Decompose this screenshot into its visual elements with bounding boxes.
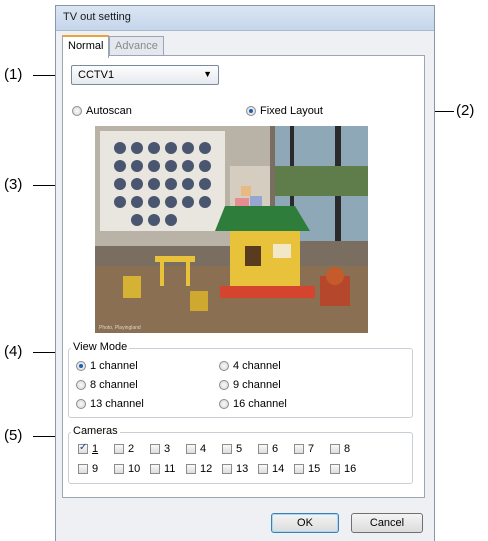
camera-11-label[interactable]: 11	[164, 463, 175, 475]
view-mode-label-13-channel[interactable]: 13 channel	[90, 398, 144, 410]
camera-13-label[interactable]: 13	[236, 463, 248, 475]
camera-7-checkbox[interactable]	[294, 444, 304, 454]
camera-5-checkbox[interactable]	[222, 444, 232, 454]
window-title: TV out setting	[63, 11, 131, 23]
title-bar: TV out setting	[56, 6, 434, 31]
callout-5: (5)	[4, 427, 23, 444]
view-mode-radio-1-channel[interactable]	[76, 361, 86, 371]
view-mode-radio-13-channel[interactable]	[76, 399, 86, 409]
view-mode-label-9-channel[interactable]: 9 channel	[233, 379, 281, 391]
camera-12-label[interactable]: 12	[200, 463, 212, 475]
chevron-down-icon: ▼	[203, 69, 212, 79]
cameras-title: Cameras	[71, 425, 120, 437]
camera-1-label[interactable]: 1	[92, 443, 98, 455]
camera-10-label[interactable]: 10	[128, 463, 140, 475]
ok-button[interactable]: OK	[271, 513, 339, 533]
camera-14-label[interactable]: 14	[272, 463, 284, 475]
camera-1-checkbox[interactable]	[78, 442, 88, 454]
fixed-layout-label[interactable]: Fixed Layout	[260, 105, 323, 117]
camera-5-label[interactable]: 5	[236, 443, 242, 455]
camera-8-checkbox[interactable]	[330, 444, 340, 454]
preview-caption: Photo, Playingland	[99, 325, 141, 331]
cameras-group	[68, 432, 413, 484]
callout-2: (2)	[456, 102, 475, 119]
camera-16-checkbox[interactable]	[330, 464, 340, 474]
camera-3-checkbox[interactable]	[150, 444, 160, 454]
callout-4: (4)	[4, 343, 23, 360]
fixed-layout-radio[interactable]	[246, 106, 256, 116]
callout-1: (1)	[4, 66, 23, 83]
camera-15-checkbox[interactable]	[294, 464, 304, 474]
camera-8-label[interactable]: 8	[344, 443, 350, 455]
tab-advance[interactable]: Advance	[109, 36, 164, 56]
view-mode-radio-9-channel[interactable]	[219, 380, 229, 390]
camera-2-checkbox[interactable]	[114, 444, 124, 454]
callout-3: (3)	[4, 176, 23, 193]
camera-4-checkbox[interactable]	[186, 444, 196, 454]
preview-picture	[95, 126, 368, 333]
camera-6-checkbox[interactable]	[258, 444, 268, 454]
view-mode-label-8-channel[interactable]: 8 channel	[90, 379, 138, 391]
view-mode-radio-8-channel[interactable]	[76, 380, 86, 390]
device-select-value: CCTV1	[78, 69, 115, 81]
view-mode-label-1-channel[interactable]: 1 channel	[90, 360, 138, 372]
camera-6-label[interactable]: 6	[272, 443, 278, 455]
camera-14-checkbox[interactable]	[258, 464, 268, 474]
camera-11-checkbox[interactable]	[150, 464, 160, 474]
camera-12-checkbox[interactable]	[186, 464, 196, 474]
device-select[interactable]: CCTV1 ▼	[71, 65, 219, 85]
camera-2-label[interactable]: 2	[128, 443, 134, 455]
camera-4-label[interactable]: 4	[200, 443, 206, 455]
camera-10-checkbox[interactable]	[114, 464, 124, 474]
cancel-button[interactable]: Cancel	[351, 513, 423, 533]
autoscan-label[interactable]: Autoscan	[86, 105, 132, 117]
autoscan-radio[interactable]	[72, 106, 82, 116]
view-mode-radio-4-channel[interactable]	[219, 361, 229, 371]
camera-7-label[interactable]: 7	[308, 443, 314, 455]
camera-15-label[interactable]: 15	[308, 463, 320, 475]
camera-16-label[interactable]: 16	[344, 463, 356, 475]
view-mode-label-4-channel[interactable]: 4 channel	[233, 360, 281, 372]
camera-9-label[interactable]: 9	[92, 463, 98, 475]
tab-normal[interactable]: Normal	[62, 35, 110, 58]
camera-13-checkbox[interactable]	[222, 464, 232, 474]
view-mode-label-16-channel[interactable]: 16 channel	[233, 398, 287, 410]
view-mode-title: View Mode	[71, 341, 130, 353]
camera-3-label[interactable]: 3	[164, 443, 170, 455]
camera-9-checkbox[interactable]	[78, 464, 88, 474]
camera-preview-image: Photo, Playingland	[95, 126, 368, 333]
view-mode-radio-16-channel[interactable]	[219, 399, 229, 409]
